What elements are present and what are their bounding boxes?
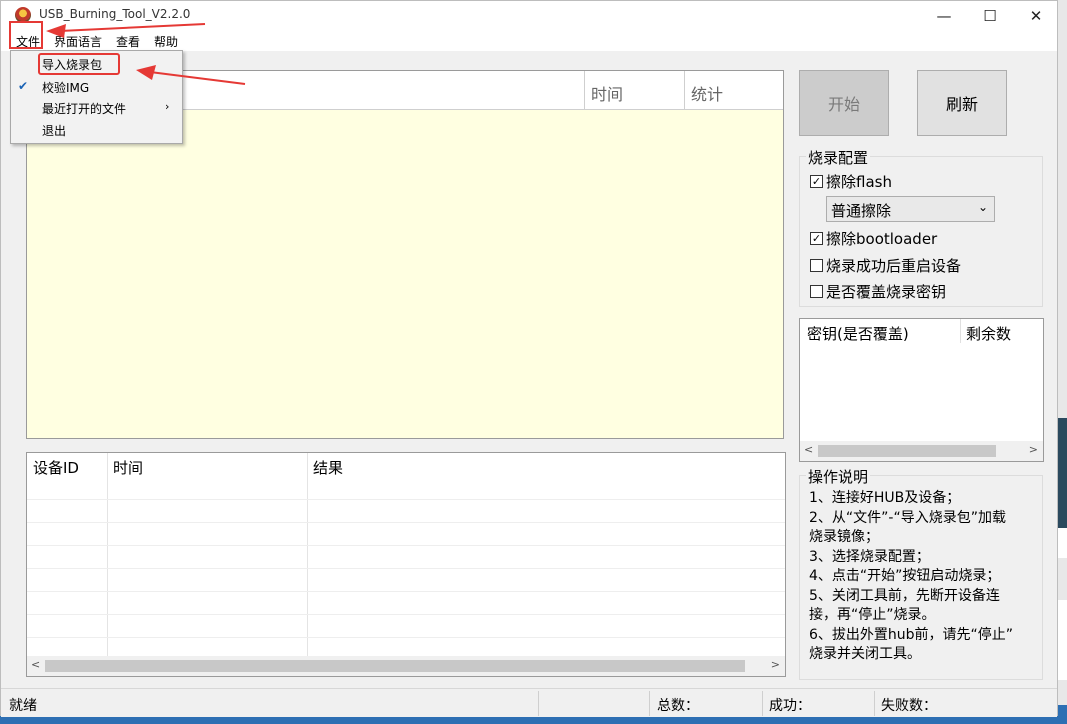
menu-language[interactable]: 界面语言 <box>54 33 102 50</box>
instruction-line: 6、拔出外置hub前，请先“停止” <box>809 626 1014 643</box>
overwrite-key-label: 是否覆盖烧录密钥 <box>826 283 947 301</box>
instructions-title: 操作说明 <box>806 466 871 487</box>
overwrite-key-checkbox[interactable]: 是否覆盖烧录密钥 <box>810 281 946 302</box>
instruction-line: 4、点击“开始”按钮启动烧录； <box>809 568 1001 584</box>
scroll-right-icon[interactable]: > <box>771 658 780 671</box>
checkbox-checked-icon: ✓ <box>810 175 823 188</box>
table-row <box>27 568 785 569</box>
reboot-after-label: 烧录成功后重启设备 <box>826 257 962 275</box>
chevron-down-icon: ⌄ <box>977 200 988 214</box>
device-col-time: 时间 <box>113 459 144 477</box>
status-bar: 就绪 总数： 成功： 失败数： <box>1 688 1057 717</box>
key-horizontal-scrollbar[interactable]: < > <box>800 441 1043 461</box>
table-row <box>27 499 785 500</box>
check-icon: ✔ <box>18 79 29 93</box>
instructions-text: 1、连接好HUB及设备； 2、从“文件”-“导入烧录包”加载 烧录镜像； 3、选… <box>809 489 1041 665</box>
annotation-box-import <box>38 53 120 75</box>
table-row <box>27 545 785 546</box>
status-divider <box>762 691 763 716</box>
key-col-divider <box>960 319 961 343</box>
scrollbar-thumb[interactable] <box>818 445 996 457</box>
checkbox-unchecked-icon <box>810 259 823 272</box>
submenu-arrow-icon: › <box>165 100 170 113</box>
minimize-button[interactable]: — <box>921 1 967 31</box>
erase-flash-checkbox[interactable]: ✓ 擦除flash <box>810 171 892 192</box>
erase-bootloader-checkbox[interactable]: ✓ 擦除bootloader <box>810 228 937 249</box>
device-table: 设备ID 时间 结果 < > <box>26 452 786 677</box>
scroll-right-icon[interactable]: > <box>1029 443 1038 456</box>
annotation-box-file-menu <box>9 21 43 49</box>
table-row <box>27 591 785 592</box>
log-col-divider <box>584 71 585 110</box>
instruction-line: 3、选择烧录配置； <box>809 548 930 565</box>
status-divider <box>649 691 650 716</box>
title-bar: USB_Burning_Tool_V2.2.0 — ☐ ✕ <box>1 1 1057 31</box>
erase-mode-value: 普通擦除 <box>831 202 892 220</box>
status-divider <box>538 691 539 716</box>
scroll-left-icon[interactable]: < <box>31 658 40 671</box>
menu-bar: 文件 界面语言 查看 帮助 <box>1 31 1057 51</box>
close-button[interactable]: ✕ <box>1013 1 1059 31</box>
instruction-line: 5、关闭工具前，先断开设备连 <box>809 587 1000 604</box>
refresh-button[interactable]: 刷新 <box>917 70 1007 136</box>
erase-flash-label: 擦除flash <box>826 173 892 191</box>
burn-config-title: 烧录配置 <box>806 147 871 168</box>
instruction-line: 烧录并关闭工具。 <box>809 646 921 662</box>
key-col-remaining: 剩余数 <box>966 325 1012 343</box>
instruction-line: 烧录镜像； <box>809 529 879 545</box>
status-total: 总数： <box>657 698 699 714</box>
menu-item-verify-img[interactable]: 校验IMG <box>42 79 89 96</box>
scrollbar-thumb[interactable] <box>45 660 745 672</box>
background-desktop <box>1058 0 1067 724</box>
instruction-line: 2、从“文件”-“导入烧录包”加载 <box>809 509 1006 526</box>
menu-item-recent-files[interactable]: 最近打开的文件 <box>42 100 126 117</box>
checkbox-unchecked-icon <box>810 285 823 298</box>
table-row <box>27 614 785 615</box>
device-col-result: 结果 <box>313 459 344 477</box>
key-table: 密钥(是否覆盖) 剩余数 < > <box>799 318 1044 462</box>
start-button[interactable]: 开始 <box>799 70 889 136</box>
log-col-time: 时间 <box>591 85 624 104</box>
device-col-divider <box>307 453 308 656</box>
status-success: 成功： <box>769 698 811 714</box>
status-failed: 失败数： <box>881 698 937 714</box>
window-title: USB_Burning_Tool_V2.2.0 <box>39 7 191 21</box>
table-row <box>27 637 785 638</box>
table-row <box>27 522 785 523</box>
key-col-key: 密钥(是否覆盖) <box>807 325 909 343</box>
erase-mode-select[interactable]: 普通擦除 ⌄ <box>826 196 995 222</box>
reboot-after-checkbox[interactable]: 烧录成功后重启设备 <box>810 255 961 276</box>
menu-help[interactable]: 帮助 <box>154 33 178 50</box>
log-col-stats: 统计 <box>691 85 724 104</box>
scroll-left-icon[interactable]: < <box>804 443 813 456</box>
checkbox-checked-icon: ✓ <box>810 232 823 245</box>
log-col-divider <box>684 71 685 110</box>
device-horizontal-scrollbar[interactable]: < > <box>27 656 785 676</box>
status-divider <box>874 691 875 716</box>
erase-bootloader-label: 擦除bootloader <box>826 230 938 248</box>
menu-item-exit[interactable]: 退出 <box>42 122 66 139</box>
menu-view[interactable]: 查看 <box>116 33 140 50</box>
maximize-button[interactable]: ☐ <box>967 1 1013 31</box>
instruction-line: 1、连接好HUB及设备； <box>809 490 961 506</box>
status-text: 就绪 <box>9 698 37 714</box>
device-col-divider <box>107 453 108 656</box>
device-col-id: 设备ID <box>33 459 79 477</box>
instruction-line: 接，再“停止”烧录。 <box>809 607 936 623</box>
